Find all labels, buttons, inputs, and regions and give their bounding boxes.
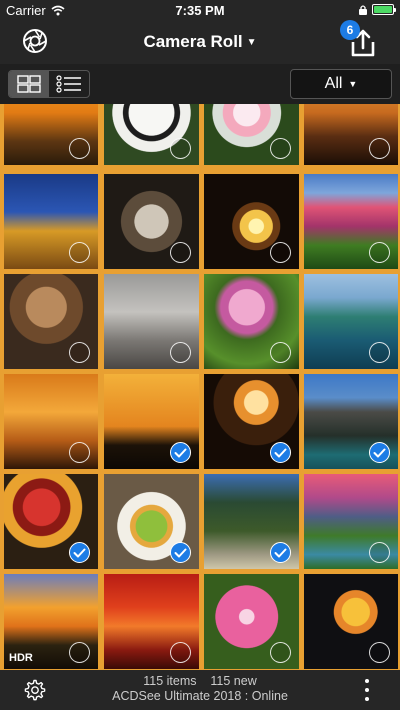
lock-rotation-icon bbox=[359, 5, 367, 15]
photo-thumbnail-pointed-building-sunset[interactable] bbox=[104, 374, 199, 469]
select-circle-icon[interactable] bbox=[270, 642, 291, 663]
photo-thumbnail-sky-lanterns[interactable] bbox=[204, 374, 299, 469]
photo-thumbnail-salad[interactable] bbox=[104, 474, 199, 569]
select-circle-icon[interactable] bbox=[369, 242, 390, 263]
select-circle-icon[interactable] bbox=[69, 642, 90, 663]
select-circle-icon[interactable] bbox=[270, 342, 291, 363]
select-circle-icon[interactable] bbox=[170, 642, 191, 663]
photo-thumbnail-sunset-rays[interactable] bbox=[4, 374, 98, 469]
upload-count-badge: 6 bbox=[340, 20, 360, 40]
status-time: 7:35 PM bbox=[175, 3, 225, 18]
selected-check-icon[interactable] bbox=[369, 442, 390, 463]
photo-thumbnail-white-lilies[interactable] bbox=[204, 104, 299, 165]
selected-check-icon[interactable] bbox=[170, 442, 191, 463]
photo-thumbnail-golden-pagoda[interactable] bbox=[4, 174, 98, 269]
photo-thumbnail-owl[interactable] bbox=[104, 174, 199, 269]
select-circle-icon[interactable] bbox=[369, 138, 390, 159]
library-info: 115 items 115 new ACDSee Ultimate 2018 :… bbox=[0, 674, 400, 704]
select-circle-icon[interactable] bbox=[270, 242, 291, 263]
photo-thumbnail-sunset-tree[interactable] bbox=[4, 104, 98, 165]
album-title: Camera Roll bbox=[143, 32, 243, 51]
photo-thumbnail-fruit-plate[interactable] bbox=[4, 474, 98, 569]
view-mode-toggle bbox=[8, 70, 90, 98]
selected-check-icon[interactable] bbox=[170, 542, 191, 563]
photo-thumbnail-mountain-beach[interactable] bbox=[204, 474, 299, 569]
grid-view-icon bbox=[17, 75, 41, 93]
chevron-down-icon: ▼ bbox=[246, 37, 257, 49]
selected-check-icon[interactable] bbox=[270, 542, 291, 563]
list-view-icon bbox=[56, 75, 81, 93]
photo-thumbnail-night-fountain[interactable] bbox=[204, 174, 299, 269]
photo-thumbnail-old-man-statue[interactable] bbox=[4, 274, 98, 369]
photo-thumbnail-karst-cliffs[interactable] bbox=[304, 374, 398, 469]
selected-check-icon[interactable] bbox=[270, 442, 291, 463]
select-circle-icon[interactable] bbox=[369, 342, 390, 363]
view-toolbar: All ▼ bbox=[0, 64, 400, 104]
footer-bar: 115 items 115 new ACDSee Ultimate 2018 :… bbox=[0, 670, 400, 710]
app-status: ACDSee Ultimate 2018 : Online bbox=[112, 689, 288, 703]
battery-icon bbox=[372, 4, 396, 15]
photo-grid: HDR bbox=[0, 104, 400, 670]
photo-thumbnail-temple-sunset[interactable] bbox=[304, 104, 398, 165]
photo-thumbnail-panda[interactable] bbox=[104, 104, 199, 165]
photo-thumbnail-pink-sky-river[interactable] bbox=[304, 474, 398, 569]
select-circle-icon[interactable] bbox=[170, 342, 191, 363]
select-circle-icon[interactable] bbox=[69, 242, 90, 263]
list-view-button[interactable] bbox=[49, 71, 89, 97]
selected-check-icon[interactable] bbox=[69, 542, 90, 563]
photo-thumbnail-ocean-sunset-hdr[interactable]: HDR bbox=[4, 574, 98, 669]
photo-thumbnail-pink-blossom-tree[interactable] bbox=[204, 274, 299, 369]
select-circle-icon[interactable] bbox=[69, 138, 90, 159]
photo-thumbnail-red-clouds[interactable] bbox=[104, 574, 199, 669]
album-title-dropdown[interactable]: Camera Roll ▼ bbox=[0, 32, 400, 52]
nav-bar: Camera Roll ▼ 6 bbox=[0, 20, 400, 64]
status-bar: Carrier 7:35 PM bbox=[0, 0, 400, 20]
filter-dropdown[interactable]: All ▼ bbox=[290, 69, 392, 99]
more-options-icon[interactable] bbox=[364, 679, 370, 701]
photo-thumbnail-pink-hibiscus[interactable] bbox=[204, 574, 299, 669]
photo-thumbnail-flower-garden[interactable] bbox=[304, 174, 398, 269]
hdr-label: HDR bbox=[9, 652, 33, 664]
select-circle-icon[interactable] bbox=[69, 442, 90, 463]
select-circle-icon[interactable] bbox=[369, 642, 390, 663]
photo-thumbnail-goldfish[interactable] bbox=[304, 574, 398, 669]
status-right bbox=[358, 4, 396, 15]
select-circle-icon[interactable] bbox=[369, 542, 390, 563]
select-circle-icon[interactable] bbox=[270, 138, 291, 159]
select-circle-icon[interactable] bbox=[170, 242, 191, 263]
photo-thumbnail-coastline-cliffs[interactable] bbox=[304, 274, 398, 369]
filter-label: All bbox=[324, 75, 343, 92]
photo-thumbnail-monkeys[interactable] bbox=[104, 274, 199, 369]
item-counts: 115 items 115 new bbox=[143, 674, 257, 688]
select-circle-icon[interactable] bbox=[170, 138, 191, 159]
grid-view-button[interactable] bbox=[9, 71, 49, 97]
select-circle-icon[interactable] bbox=[69, 342, 90, 363]
chevron-down-icon: ▼ bbox=[348, 79, 358, 89]
